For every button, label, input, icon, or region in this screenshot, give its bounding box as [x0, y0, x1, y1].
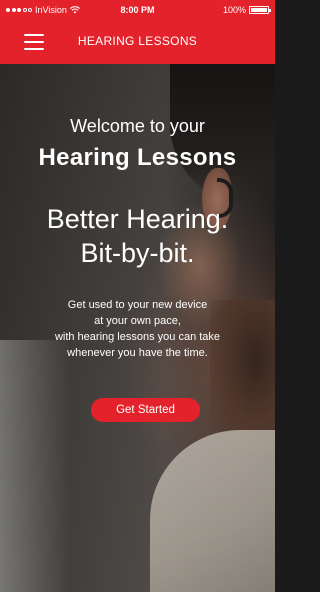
nav-title: HEARING LESSONS: [77, 34, 198, 48]
app-name-heading: Hearing Lessons: [38, 144, 237, 171]
carrier-name: InVision: [35, 5, 67, 15]
tagline-line-2: Bit-by-bit.: [80, 238, 195, 268]
app-screen: InVision 8:00 PM 100% HEARING LESSONS We…: [0, 0, 275, 592]
status-left: InVision: [6, 5, 80, 15]
hero-content: Welcome to your Hearing Lessons Better H…: [0, 64, 275, 592]
description-line: Get used to your new device: [67, 299, 208, 311]
tagline: Better Hearing. Bit-by-bit.: [0, 202, 275, 270]
battery-icon: [249, 6, 271, 14]
battery-fill: [251, 8, 267, 12]
signal-strength-icon: [6, 8, 32, 12]
status-right: 100%: [222, 5, 271, 15]
battery-percent: 100%: [222, 5, 246, 15]
navigation-bar: HEARING LESSONS: [0, 20, 275, 64]
description-line: at your own pace,: [94, 315, 181, 327]
wifi-icon: [69, 6, 80, 14]
tagline-line-1: Better Hearing.: [46, 204, 229, 234]
status-bar: InVision 8:00 PM 100%: [0, 0, 275, 20]
description-line: with hearing lessons you can take: [54, 331, 221, 343]
description: Get used to your new device at your own …: [0, 297, 275, 361]
get-started-button[interactable]: Get Started: [91, 398, 200, 422]
description-line: whenever you have the time.: [67, 347, 208, 359]
welcome-heading: Welcome to your: [70, 116, 205, 136]
